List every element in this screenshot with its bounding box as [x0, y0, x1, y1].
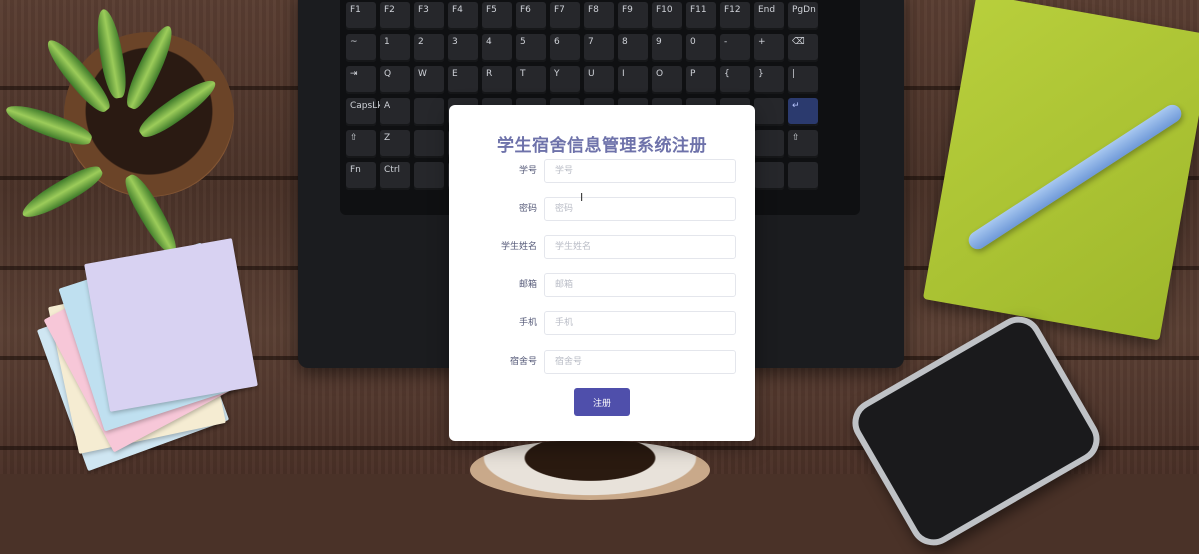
- keyboard-key: 9: [652, 34, 682, 62]
- student-id-input[interactable]: [544, 159, 736, 183]
- form-row-student-name: 学生姓名: [449, 235, 755, 259]
- dorm-number-label: 宿舍号: [509, 357, 537, 367]
- keyboard-key: CapsLk: [346, 98, 382, 126]
- text-cursor-icon: I: [580, 191, 584, 204]
- keyboard-key: F4: [448, 2, 478, 30]
- keyboard-key: T: [516, 66, 546, 94]
- register-button[interactable]: 注册: [574, 388, 630, 416]
- form-title: 学生宿舍信息管理系统注册: [497, 136, 707, 156]
- keyboard-key: [754, 130, 784, 158]
- keyboard-key: Ctrl: [380, 162, 410, 190]
- student-id-label: 学号: [518, 166, 537, 176]
- keyboard-key: }: [754, 66, 784, 94]
- keyboard-key: ⇥: [346, 66, 376, 94]
- keyboard-key: +: [754, 34, 784, 62]
- keyboard-key: [754, 98, 784, 126]
- keyboard-key: E: [448, 66, 478, 94]
- keyboard-key: 7: [584, 34, 614, 62]
- student-name-label: 学生姓名: [500, 242, 537, 252]
- keyboard-key: F11: [686, 2, 716, 30]
- coffee-cup: [470, 440, 710, 500]
- keyboard-key: [414, 162, 444, 190]
- phone-input[interactable]: [544, 311, 736, 335]
- keyboard-key: R: [482, 66, 512, 94]
- form-row-dorm-number: 宿舍号: [449, 350, 755, 374]
- key-row-qwerty: ⇥ Q W E R T Y U I O P{} |: [346, 66, 818, 94]
- email-input[interactable]: [544, 273, 736, 297]
- keyboard-key: [414, 98, 444, 126]
- key-row-numbers: ~1 2 3 4 5 6 7 8 9 0- + ⌫: [346, 34, 818, 62]
- keyboard-key: 0: [686, 34, 716, 62]
- keyboard-key: 2: [414, 34, 444, 62]
- keyboard-key: 4: [482, 34, 512, 62]
- keyboard-key: End: [754, 2, 784, 30]
- keyboard-key: |: [788, 66, 818, 94]
- keyboard-key: W: [414, 66, 444, 94]
- keyboard-key: A: [380, 98, 410, 126]
- keyboard-key: ⌫: [788, 34, 818, 62]
- dorm-number-input[interactable]: [544, 350, 736, 374]
- form-row-student-id: 学号: [449, 159, 755, 183]
- password-input[interactable]: [544, 197, 736, 221]
- password-label: 密码: [518, 204, 537, 214]
- keyboard-key: I: [618, 66, 648, 94]
- keyboard-key: Fn: [346, 162, 376, 190]
- keyboard-key: [414, 130, 444, 158]
- form-row-email: 邮箱: [449, 273, 755, 297]
- keyboard-key: -: [720, 34, 750, 62]
- keyboard-key: PgDn: [788, 2, 818, 30]
- keyboard-key: F7: [550, 2, 580, 30]
- keyboard-key: F5: [482, 2, 512, 30]
- keyboard-key: F6: [516, 2, 546, 30]
- keyboard-key: [788, 162, 818, 190]
- keyboard-key: F8: [584, 2, 614, 30]
- keyboard-key: P: [686, 66, 716, 94]
- keyboard-key: F2: [380, 2, 410, 30]
- keyboard-key: 8: [618, 34, 648, 62]
- keyboard-key: 6: [550, 34, 580, 62]
- email-label: 邮箱: [518, 280, 537, 290]
- keyboard-key: U: [584, 66, 614, 94]
- key-row-function: F1 F2 F3 F4 F5 F6 F7 F8 F9 F10 F11 F12 End PgDn: [346, 2, 818, 30]
- keyboard-key: 1: [380, 34, 410, 62]
- phone-label: 手机: [518, 318, 537, 328]
- keyboard-key: F10: [652, 2, 682, 30]
- keyboard-key: ⇧: [788, 130, 818, 158]
- keyboard-key: Q: [380, 66, 410, 94]
- keyboard-key: ~: [346, 34, 376, 62]
- register-card: 学生宿舍信息管理系统注册 学号 密码 学生姓名 邮箱 手机 宿舍号 注册: [449, 105, 755, 441]
- keyboard-key: O: [652, 66, 682, 94]
- keyboard-key: F3: [414, 2, 444, 30]
- keyboard-key: F9: [618, 2, 648, 30]
- keyboard-key: 5: [516, 34, 546, 62]
- keyboard-key: Z: [380, 130, 410, 158]
- keyboard-key: ⇧: [346, 130, 376, 158]
- keyboard-key: 3: [448, 34, 478, 62]
- keyboard-key: F1: [346, 2, 376, 30]
- keyboard-key: ↵: [788, 98, 818, 126]
- student-name-input[interactable]: [544, 235, 736, 259]
- keyboard-key: {: [720, 66, 750, 94]
- form-row-password: 密码: [449, 197, 755, 221]
- keyboard-key: F12: [720, 2, 750, 30]
- keyboard-key: [754, 162, 784, 190]
- keyboard-key: Y: [550, 66, 580, 94]
- form-row-phone: 手机: [449, 311, 755, 335]
